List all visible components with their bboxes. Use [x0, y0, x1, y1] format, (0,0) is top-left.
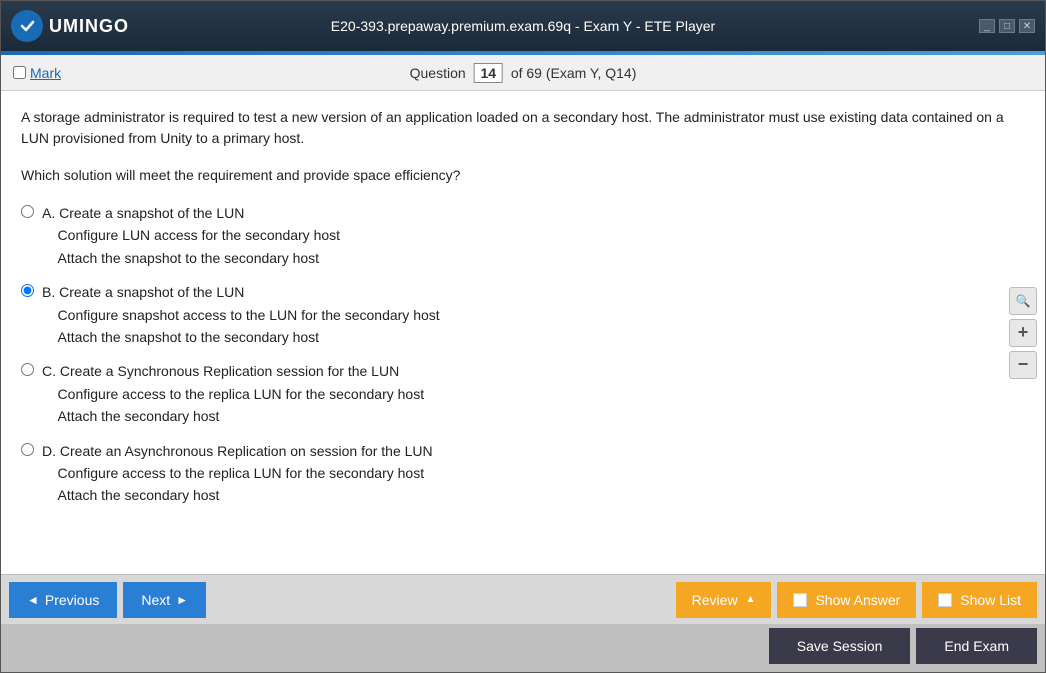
- mark-checkbox[interactable]: Mark: [13, 65, 61, 81]
- action-bar: Save Session End Exam: [1, 624, 1045, 672]
- option-d: D. Create an Asynchronous Replication on…: [21, 440, 1025, 507]
- option-b: B. Create a snapshot of the LUN Configur…: [21, 281, 1025, 348]
- option-c: C. Create a Synchronous Replication sess…: [21, 360, 1025, 427]
- option-c-radio[interactable]: [21, 363, 34, 376]
- window-controls: _ □ ✕: [979, 19, 1035, 33]
- next-button[interactable]: Next ►: [123, 582, 206, 618]
- mark-label: Mark: [30, 65, 61, 81]
- bottom-toolbar: ◄ Previous Next ► Review ▲ Show Answer S…: [1, 574, 1045, 624]
- show-answer-button[interactable]: Show Answer: [777, 582, 916, 618]
- next-label: Next: [141, 592, 170, 608]
- maximize-button[interactable]: □: [999, 19, 1015, 33]
- which-text: Which solution will meet the requirement…: [21, 165, 1025, 186]
- option-d-radio[interactable]: [21, 443, 34, 456]
- option-a: A. Create a snapshot of the LUN Configur…: [21, 202, 1025, 269]
- question-info: Question 14 of 69 (Exam Y, Q14): [410, 63, 637, 83]
- show-list-checkbox: [938, 593, 952, 607]
- logo: UMINGO: [11, 10, 129, 42]
- option-b-text: B. Create a snapshot of the LUN Configur…: [42, 281, 440, 348]
- option-c-text: C. Create a Synchronous Replication sess…: [42, 360, 424, 427]
- app-window: UMINGO E20-393.prepaway.premium.exam.69q…: [0, 0, 1046, 673]
- logo-icon: [11, 10, 43, 42]
- logo-text: UMINGO: [49, 16, 129, 37]
- end-exam-button[interactable]: End Exam: [916, 628, 1037, 664]
- next-arrow-icon: ►: [176, 593, 188, 607]
- title-bar: UMINGO E20-393.prepaway.premium.exam.69q…: [1, 1, 1045, 51]
- show-list-button[interactable]: Show List: [922, 582, 1037, 618]
- close-button[interactable]: ✕: [1019, 19, 1035, 33]
- review-button[interactable]: Review ▲: [676, 582, 772, 618]
- mark-input[interactable]: [13, 66, 26, 79]
- save-session-button[interactable]: Save Session: [769, 628, 911, 664]
- option-d-text: D. Create an Asynchronous Replication on…: [42, 440, 433, 507]
- show-answer-label: Show Answer: [815, 592, 900, 608]
- toolbar: Mark Question 14 of 69 (Exam Y, Q14): [1, 55, 1045, 91]
- review-label: Review: [692, 592, 738, 608]
- show-answer-checkbox: [793, 593, 807, 607]
- previous-label: Previous: [45, 592, 99, 608]
- zoom-in-button[interactable]: +: [1009, 319, 1037, 347]
- zoom-out-button[interactable]: −: [1009, 351, 1037, 379]
- question-content: A storage administrator is required to t…: [1, 91, 1045, 574]
- show-list-label: Show List: [960, 592, 1021, 608]
- option-a-radio[interactable]: [21, 205, 34, 218]
- previous-button[interactable]: ◄ Previous: [9, 582, 117, 618]
- review-arrow-icon: ▲: [746, 594, 756, 605]
- question-label: Question: [410, 65, 466, 81]
- prev-arrow-icon: ◄: [27, 593, 39, 607]
- option-b-radio[interactable]: [21, 284, 34, 297]
- option-a-text: A. Create a snapshot of the LUN Configur…: [42, 202, 340, 269]
- question-text: A storage administrator is required to t…: [21, 107, 1025, 149]
- options-list: A. Create a snapshot of the LUN Configur…: [21, 202, 1025, 507]
- search-button[interactable]: 🔍: [1009, 287, 1037, 315]
- minimize-button[interactable]: _: [979, 19, 995, 33]
- question-number: 14: [473, 63, 503, 83]
- question-total: of 69 (Exam Y, Q14): [511, 65, 637, 81]
- scroll-tools: 🔍 + −: [1009, 287, 1037, 379]
- window-title: E20-393.prepaway.premium.exam.69q - Exam…: [331, 18, 715, 34]
